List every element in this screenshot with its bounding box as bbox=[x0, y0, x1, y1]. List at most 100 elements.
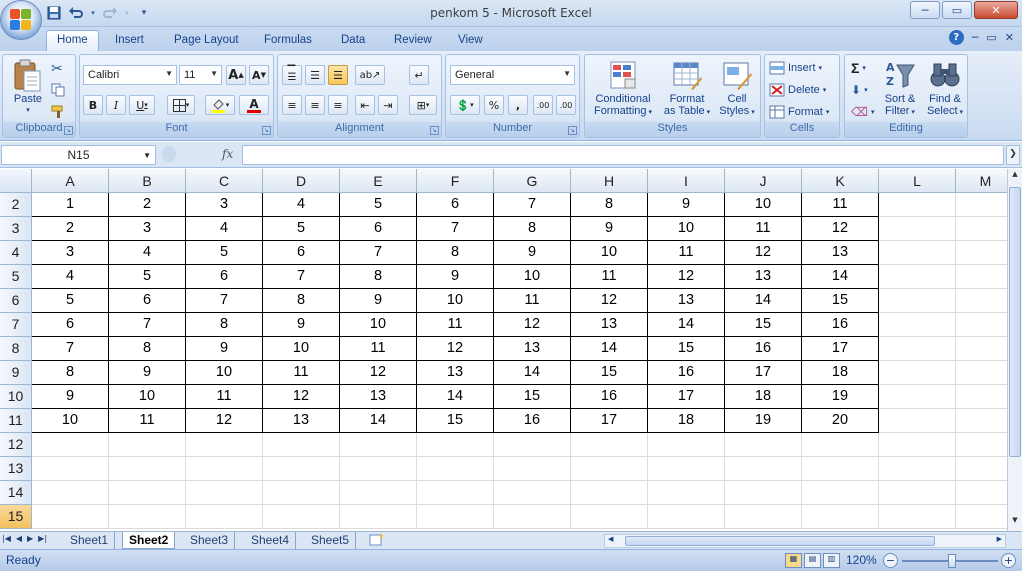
scroll-right-icon[interactable]: ▶ bbox=[997, 535, 1002, 543]
cell-h15[interactable] bbox=[571, 505, 648, 529]
cell-f11[interactable]: 15 bbox=[417, 409, 494, 433]
cell-e10[interactable]: 13 bbox=[340, 385, 417, 409]
cell-j10[interactable]: 18 bbox=[725, 385, 802, 409]
cell-e14[interactable] bbox=[340, 481, 417, 505]
cell-g13[interactable] bbox=[494, 457, 571, 481]
cell-g10[interactable]: 15 bbox=[494, 385, 571, 409]
page-break-view-icon[interactable]: ▥ bbox=[823, 553, 840, 568]
cell-j14[interactable] bbox=[725, 481, 802, 505]
column-header-e[interactable]: E bbox=[340, 169, 417, 193]
cell-d7[interactable]: 9 bbox=[263, 313, 340, 337]
row-header-15[interactable]: 15 bbox=[0, 505, 32, 529]
cell-e2[interactable]: 5 bbox=[340, 193, 417, 217]
cell-g4[interactable]: 9 bbox=[494, 241, 571, 265]
help-icon[interactable]: ? bbox=[948, 30, 964, 45]
row-header-9[interactable]: 9 bbox=[0, 361, 32, 385]
cell-d13[interactable] bbox=[263, 457, 340, 481]
comma-style-button[interactable]: , bbox=[508, 95, 528, 115]
cell-l2[interactable] bbox=[879, 193, 956, 217]
cell-c4[interactable]: 5 bbox=[186, 241, 263, 265]
cell-f3[interactable]: 7 bbox=[417, 217, 494, 241]
cell-e13[interactable] bbox=[340, 457, 417, 481]
scroll-up-icon[interactable]: ▲ bbox=[1009, 170, 1021, 184]
scroll-left-icon[interactable]: ◀ bbox=[608, 535, 613, 543]
cell-e15[interactable] bbox=[340, 505, 417, 529]
font-launcher-icon[interactable]: ↘ bbox=[262, 126, 271, 135]
cell-l8[interactable] bbox=[879, 337, 956, 361]
normal-view-icon[interactable]: ▦ bbox=[785, 553, 802, 568]
sort-filter-button[interactable]: AZ Sort & Filter ▾ bbox=[879, 59, 921, 119]
cell-f2[interactable]: 6 bbox=[417, 193, 494, 217]
font-name-combo[interactable]: Calibri ▼ bbox=[83, 65, 177, 85]
cell-i5[interactable]: 12 bbox=[648, 265, 725, 289]
cell-m8[interactable] bbox=[956, 337, 1007, 361]
increase-decimal-button[interactable]: .00 bbox=[533, 95, 553, 115]
insert-sheet-icon[interactable] bbox=[368, 533, 386, 548]
horizontal-scroll-thumb[interactable] bbox=[625, 536, 935, 546]
cell-j3[interactable]: 11 bbox=[725, 217, 802, 241]
cell-f14[interactable] bbox=[417, 481, 494, 505]
cell-b13[interactable] bbox=[109, 457, 186, 481]
find-select-button[interactable]: Find & Select ▾ bbox=[923, 59, 967, 119]
row-header-3[interactable]: 3 bbox=[0, 217, 32, 241]
cell-j4[interactable]: 12 bbox=[725, 241, 802, 265]
select-all-button[interactable] bbox=[0, 169, 32, 193]
cell-d9[interactable]: 11 bbox=[263, 361, 340, 385]
grow-font-button[interactable]: A ▲ bbox=[226, 65, 246, 85]
cell-e9[interactable]: 12 bbox=[340, 361, 417, 385]
column-header-b[interactable]: B bbox=[109, 169, 186, 193]
cell-d12[interactable] bbox=[263, 433, 340, 457]
cell-g3[interactable]: 8 bbox=[494, 217, 571, 241]
cell-k9[interactable]: 18 bbox=[802, 361, 879, 385]
cell-a8[interactable]: 7 bbox=[32, 337, 109, 361]
cell-m5[interactable] bbox=[956, 265, 1007, 289]
align-center-button[interactable]: ≡ bbox=[305, 95, 325, 115]
workbook-minimize-button[interactable]: ─ bbox=[972, 31, 979, 44]
cell-f8[interactable]: 12 bbox=[417, 337, 494, 361]
cell-e7[interactable]: 10 bbox=[340, 313, 417, 337]
autosum-button[interactable]: Σ ▾ bbox=[851, 58, 866, 78]
cell-b6[interactable]: 6 bbox=[109, 289, 186, 313]
cell-l9[interactable] bbox=[879, 361, 956, 385]
row-header-12[interactable]: 12 bbox=[0, 433, 32, 457]
cell-b3[interactable]: 3 bbox=[109, 217, 186, 241]
cell-g5[interactable]: 10 bbox=[494, 265, 571, 289]
vertical-scroll-thumb[interactable] bbox=[1009, 187, 1021, 457]
cell-g6[interactable]: 11 bbox=[494, 289, 571, 313]
row-header-8[interactable]: 8 bbox=[0, 337, 32, 361]
fill-button[interactable]: ⬇ ▾ bbox=[851, 80, 868, 100]
restore-button[interactable]: ▭ bbox=[942, 1, 972, 19]
cell-c8[interactable]: 9 bbox=[186, 337, 263, 361]
tab-review[interactable]: Review bbox=[394, 31, 432, 51]
cell-d6[interactable]: 8 bbox=[263, 289, 340, 313]
insert-cells-button[interactable]: Insert ▾ bbox=[769, 58, 822, 78]
cell-e5[interactable]: 8 bbox=[340, 265, 417, 289]
cell-i13[interactable] bbox=[648, 457, 725, 481]
cell-h10[interactable]: 16 bbox=[571, 385, 648, 409]
cell-l15[interactable] bbox=[879, 505, 956, 529]
cell-i10[interactable]: 17 bbox=[648, 385, 725, 409]
cell-b7[interactable]: 7 bbox=[109, 313, 186, 337]
cell-m11[interactable] bbox=[956, 409, 1007, 433]
cell-c6[interactable]: 7 bbox=[186, 289, 263, 313]
expand-formula-bar-icon[interactable]: ❯ bbox=[1006, 145, 1020, 165]
column-header-g[interactable]: G bbox=[494, 169, 571, 193]
cell-m9[interactable] bbox=[956, 361, 1007, 385]
cell-h2[interactable]: 8 bbox=[571, 193, 648, 217]
cell-c2[interactable]: 3 bbox=[186, 193, 263, 217]
cell-k12[interactable] bbox=[802, 433, 879, 457]
shrink-font-button[interactable]: A ▼ bbox=[249, 65, 269, 85]
prev-sheet-icon[interactable]: ◀ bbox=[16, 534, 22, 543]
cell-m6[interactable] bbox=[956, 289, 1007, 313]
copy-button[interactable] bbox=[51, 80, 65, 100]
wrap-text-button[interactable]: ↵ bbox=[409, 65, 429, 85]
first-sheet-icon[interactable]: |◀ bbox=[2, 534, 11, 543]
clipboard-launcher-icon[interactable]: ↘ bbox=[64, 126, 73, 135]
cell-h9[interactable]: 15 bbox=[571, 361, 648, 385]
cell-d14[interactable] bbox=[263, 481, 340, 505]
cell-h6[interactable]: 12 bbox=[571, 289, 648, 313]
cell-b2[interactable]: 2 bbox=[109, 193, 186, 217]
format-cells-button[interactable]: Format ▾ bbox=[769, 102, 829, 122]
column-header-h[interactable]: H bbox=[571, 169, 648, 193]
cell-i3[interactable]: 10 bbox=[648, 217, 725, 241]
